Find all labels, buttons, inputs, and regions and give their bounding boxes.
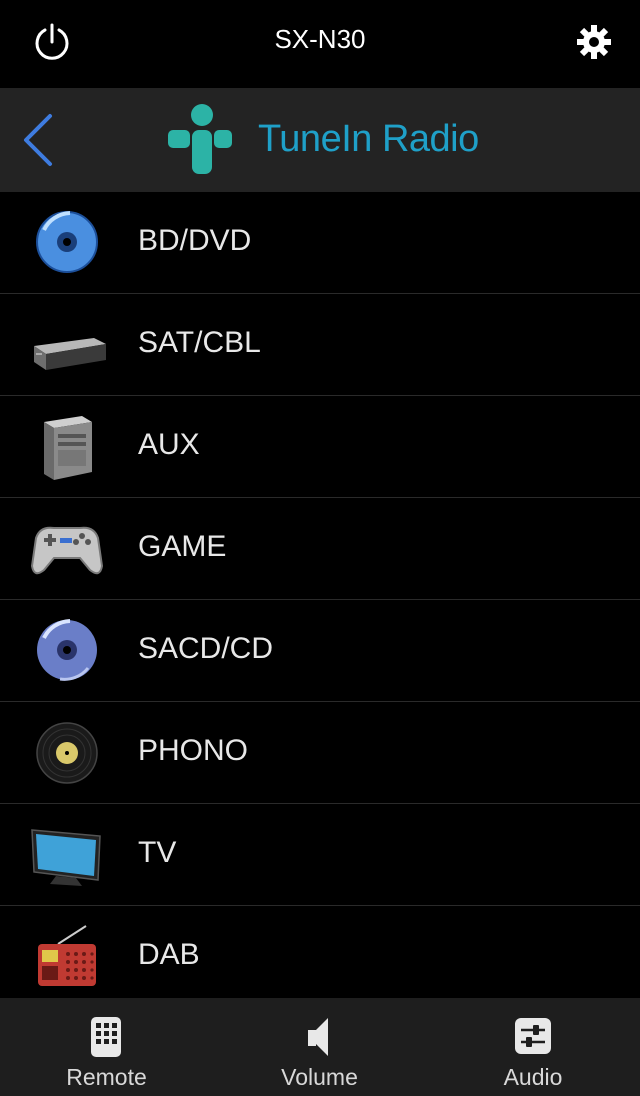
tab-audio[interactable]: Audio [426, 998, 640, 1096]
list-item-sat-cbl[interactable]: SAT/CBL [0, 294, 640, 396]
device-title: SX-N30 [274, 24, 366, 54]
source-title: TuneIn Radio [258, 118, 479, 160]
list-item-label: SAT/CBL [138, 326, 261, 359]
vinyl-record-icon [30, 716, 104, 790]
tab-label: Remote [66, 1064, 147, 1090]
radio-icon [30, 920, 104, 994]
tab-volume[interactable]: Volume [213, 998, 426, 1096]
tunein-logo-icon [166, 104, 234, 174]
chevron-left-icon [24, 114, 52, 166]
input-list: BD/DVD SAT/CBL AUX GAME SACD/CD PHONO TV… [0, 192, 640, 998]
tab-label: Audio [503, 1064, 563, 1090]
keypad-icon [87, 1016, 127, 1058]
list-item-label: BD/DVD [138, 224, 252, 257]
list-item-tv[interactable]: TV [0, 804, 640, 906]
tv-icon [30, 818, 104, 892]
tab-remote[interactable]: Remote [0, 998, 213, 1096]
tab-label: Volume [281, 1064, 358, 1090]
tab-bar: Remote Volume Audio [0, 998, 640, 1096]
list-item-label: AUX [138, 428, 200, 461]
computer-tower-icon [30, 410, 104, 484]
back-button[interactable] [18, 112, 62, 168]
list-item-label: PHONO [138, 734, 249, 767]
list-item-dab[interactable]: DAB [0, 906, 640, 998]
speaker-icon [300, 1016, 340, 1058]
settings-button[interactable] [572, 20, 616, 64]
source-bar: TuneIn Radio [0, 88, 640, 192]
list-item-label: GAME [138, 530, 227, 563]
list-item-sacd-cd[interactable]: SACD/CD [0, 600, 640, 702]
list-item-phono[interactable]: PHONO [0, 702, 640, 804]
list-item-label: DAB [138, 938, 200, 971]
sliders-icon [513, 1016, 553, 1058]
gear-icon [577, 25, 611, 59]
gamepad-icon [30, 512, 104, 586]
top-bar: SX-N30 [0, 0, 640, 88]
list-item-game[interactable]: GAME [0, 498, 640, 600]
disc-blue-icon [30, 206, 104, 280]
list-item-label: TV [138, 836, 177, 869]
disc-cd-icon [30, 614, 104, 688]
settop-box-icon [30, 308, 106, 382]
list-item-bd-dvd[interactable]: BD/DVD [0, 192, 640, 294]
list-item-label: SACD/CD [138, 632, 274, 665]
list-item-aux[interactable]: AUX [0, 396, 640, 498]
